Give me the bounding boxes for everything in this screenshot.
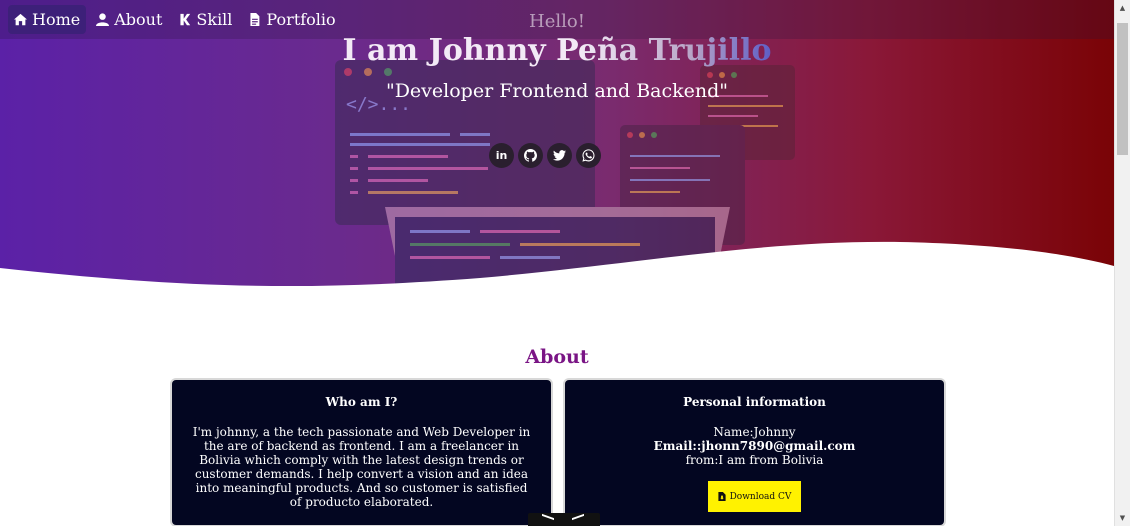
hero-wave (0, 241, 1114, 300)
personal-email: Email::jhonn7890@gmail.com (653, 439, 856, 453)
who-am-i-heading: Who am I? (325, 395, 398, 409)
linkedin-button[interactable]: in (489, 143, 514, 168)
personal-info-heading: Personal information (683, 395, 826, 409)
about-title: About (525, 346, 589, 368)
download-cv-label: Download CV (729, 491, 792, 502)
hero-greeting: Hello! (529, 11, 585, 32)
vertical-scrollbar[interactable]: ▲ ▼ (1114, 0, 1130, 526)
who-am-i-text: I'm johnny, a the tech passionate and We… (192, 425, 531, 509)
scroll-up-arrow-icon[interactable]: ▲ (1115, 0, 1130, 16)
scroll-down-arrow-icon[interactable]: ▼ (1115, 510, 1130, 526)
hero-subtitle: "Developer Frontend and Backend" (385, 80, 729, 102)
whatsapp-icon (582, 149, 595, 162)
twitter-button[interactable] (547, 143, 572, 168)
personal-name: Name:Johnny (713, 425, 796, 439)
page: </>... Home About Skill Portfolio Hello!… (0, 0, 1114, 526)
twitter-icon (553, 150, 566, 161)
github-button[interactable] (518, 143, 543, 168)
hero-title: I am Johnny Peña Trujillo (0, 33, 1114, 68)
file-download-icon (717, 492, 726, 501)
personal-info-card: Personal information Name:Johnny Email::… (565, 380, 944, 525)
who-am-i-card: Who am I? I'm johnny, a the tech passion… (172, 380, 551, 525)
download-cv-button[interactable]: Download CV (707, 481, 802, 512)
whatsapp-button[interactable] (576, 143, 601, 168)
scroll-thumb[interactable] (1117, 23, 1128, 155)
github-icon (524, 149, 537, 162)
linkedin-icon: in (495, 149, 508, 162)
social-links: in (489, 143, 601, 168)
floating-widget[interactable] (528, 513, 600, 526)
personal-from: from:I am from Bolivia (685, 453, 824, 467)
